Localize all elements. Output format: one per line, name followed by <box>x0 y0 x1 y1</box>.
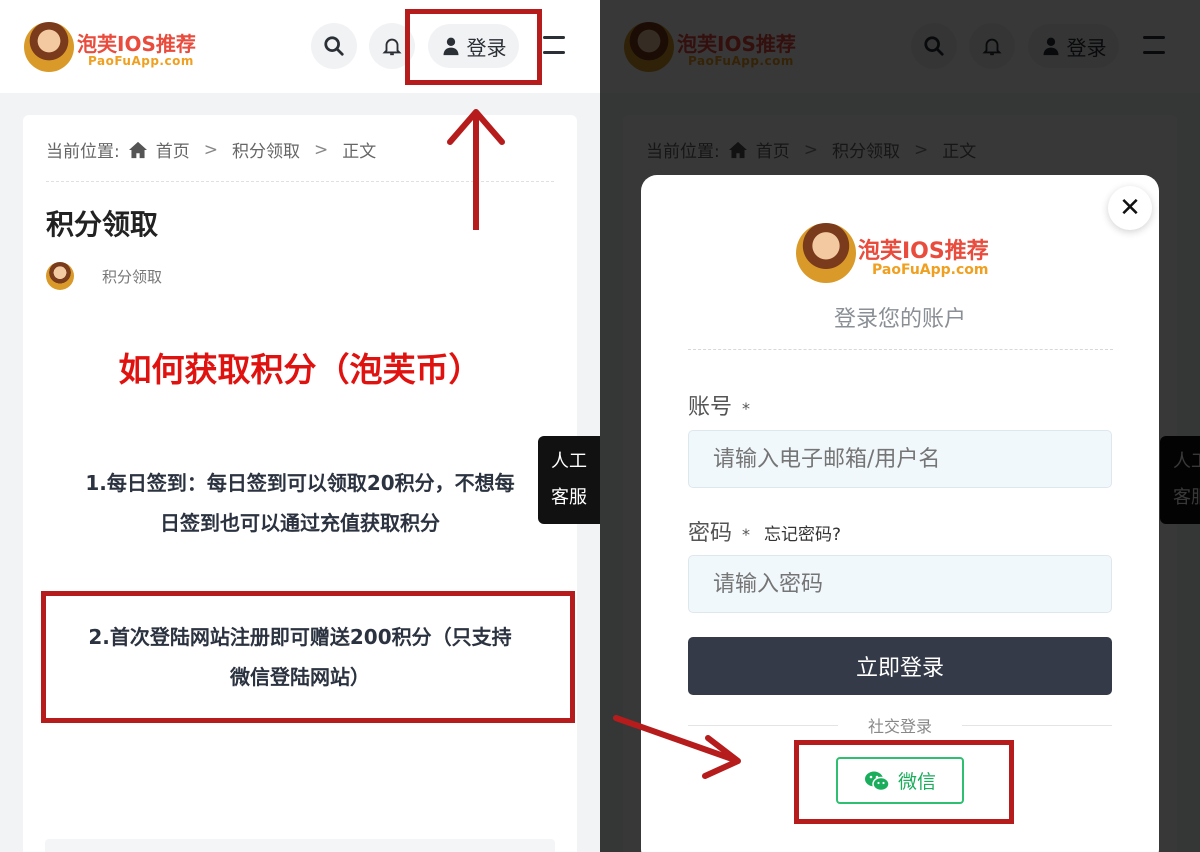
customer-service-button[interactable]: 人工 客服 <box>538 436 600 524</box>
password-label-text: 密码 <box>688 521 733 546</box>
account-label-text: 账号 <box>688 395 733 420</box>
cs-label-line2: 客服 <box>551 487 587 508</box>
annotation-box-paragraph <box>41 591 575 723</box>
author-avatar[interactable] <box>46 262 74 290</box>
search-button[interactable] <box>311 23 357 69</box>
menu-icon[interactable] <box>543 36 567 56</box>
breadcrumb: 当前位置: 首页 > 积分领取 > 正文 <box>46 137 377 163</box>
breadcrumb-separator: > <box>203 139 218 160</box>
account-label: 账号 * <box>688 389 750 421</box>
password-input[interactable] <box>688 555 1112 613</box>
divider <box>688 349 1113 350</box>
page-title: 积分领取 <box>46 208 159 241</box>
required-mark: * <box>742 525 751 544</box>
search-icon <box>324 36 344 56</box>
content-block <box>45 839 555 852</box>
annotation-box-wechat <box>794 740 1014 824</box>
left-screen: 泡芙IOS推荐 PaoFuApp.com 登录 当前位置: 首页 > 积分领取 … <box>0 0 600 852</box>
submit-login-button[interactable]: 立即登录 <box>688 637 1112 695</box>
breadcrumb-separator: > <box>313 139 329 160</box>
home-icon <box>128 141 147 158</box>
bell-icon <box>382 38 402 56</box>
modal-logo: 泡芙IOS推荐 PaoFuApp.com <box>796 223 1006 285</box>
annotation-box-login <box>405 9 542 85</box>
site-logo[interactable]: 泡芙IOS推荐 PaoFuApp.com <box>24 22 204 74</box>
right-screen: 泡芙IOS推荐 PaoFuApp.com 登录 当前位置: 首页 > 积分领取 … <box>600 0 1200 852</box>
password-label: 密码 * 忘记密码? <box>688 515 841 547</box>
arrow-up-icon <box>447 109 505 230</box>
paragraph-line: 日签到也可以通过充值获取积分 <box>160 511 440 535</box>
account-input[interactable] <box>688 430 1112 488</box>
logo-brand: 泡芙IOS推荐 <box>858 239 989 264</box>
modal-subtitle: 登录您的账户 <box>833 307 966 332</box>
close-icon: ✕ <box>1119 193 1141 223</box>
logo-avatar <box>796 223 856 283</box>
logo-avatar <box>24 22 74 72</box>
post-paragraph-1: 1.每日签到：每日签到可以领取20积分，不想每 日签到也可以通过充值获取积分 <box>43 463 557 543</box>
breadcrumb-current: 正文 <box>342 142 377 162</box>
cs-label-line1: 人工 <box>551 451 587 472</box>
logo-domain: PaoFuApp.com <box>872 262 989 278</box>
forgot-password-link[interactable]: 忘记密码? <box>764 520 841 545</box>
post-meta: 积分领取 <box>46 262 162 290</box>
paragraph-line: 1.每日签到：每日签到可以领取20积分，不想每 <box>85 471 515 495</box>
breadcrumb-category[interactable]: 积分领取 <box>232 137 300 162</box>
logo-brand: 泡芙IOS推荐 <box>77 32 196 56</box>
social-login-label: 社交登录 <box>867 717 932 736</box>
logo-domain: PaoFuApp.com <box>88 54 194 68</box>
required-mark: * <box>742 399 751 418</box>
arrow-down-right-icon <box>613 715 741 779</box>
post-headline: 如何获取积分（泡芙币） <box>118 350 482 389</box>
post-category[interactable]: 积分领取 <box>102 266 162 287</box>
breadcrumb-home[interactable]: 首页 <box>156 137 190 162</box>
social-login-divider: 社交登录 <box>688 713 1112 737</box>
close-button[interactable]: ✕ <box>1108 186 1152 230</box>
breadcrumb-prefix: 当前位置: <box>46 142 120 162</box>
